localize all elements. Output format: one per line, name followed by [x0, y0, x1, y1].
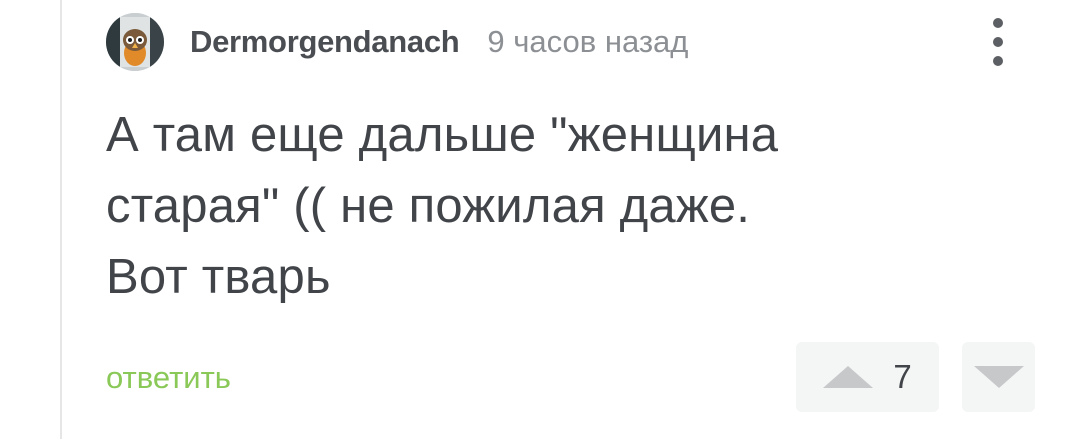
comment-line: Вот тварь — [106, 250, 331, 304]
rating-count: 7 — [893, 358, 912, 395]
comment-body: А там еще дальше "женщина старая" (( не … — [106, 100, 1006, 313]
downvote-button[interactable] — [962, 342, 1035, 412]
more-options-button[interactable] — [980, 14, 1016, 70]
more-vertical-icon — [993, 18, 1003, 28]
avatar[interactable] — [106, 13, 164, 71]
comment-timestamp: 9 часов назад — [487, 24, 689, 59]
comment: Dermorgendanach 9 часов назад А там еще … — [0, 0, 1080, 439]
more-vertical-icon-dot — [993, 56, 1003, 66]
author-name[interactable]: Dermorgendanach — [190, 24, 460, 60]
comment-line: А там еще дальше "женщина — [106, 108, 779, 162]
more-vertical-icon-dot — [993, 37, 1003, 47]
comment-header: Dermorgendanach 9 часов назад — [106, 12, 688, 72]
comment-line: старая" (( не пожилая даже. — [106, 179, 751, 233]
reply-button[interactable]: ответить — [106, 360, 231, 396]
triangle-up-icon — [823, 366, 874, 388]
thread-line — [60, 0, 62, 439]
triangle-down-icon — [973, 366, 1024, 388]
upvote-button[interactable]: 7 — [796, 342, 939, 412]
